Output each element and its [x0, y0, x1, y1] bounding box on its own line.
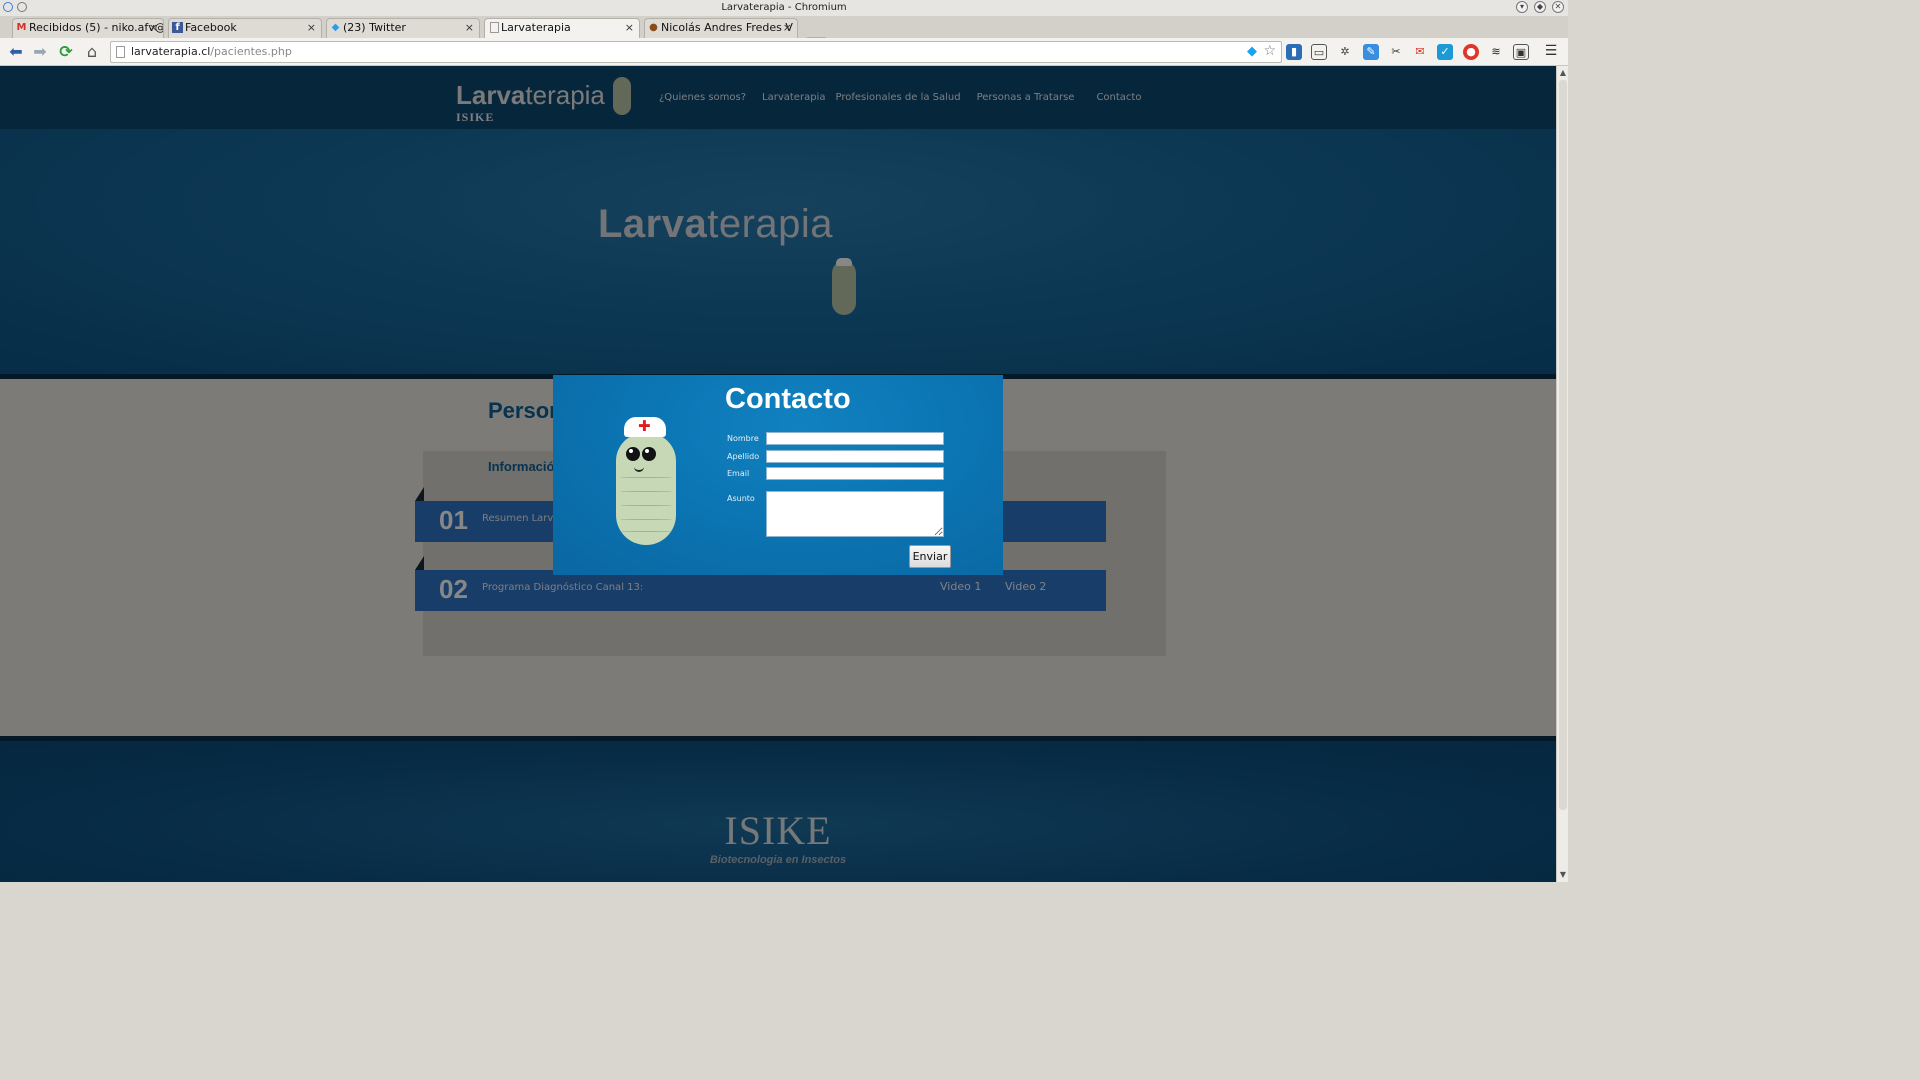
modal-title: Contacto — [725, 383, 851, 415]
tab-label: Recibidos (5) - niko.afv@ — [29, 21, 164, 34]
window-title: Larvaterapia - Chromium — [721, 2, 847, 13]
scroll-up-arrow-icon[interactable]: ▲ — [1558, 68, 1568, 78]
asunto-field[interactable] — [766, 491, 944, 537]
tab-label: (23) Twitter — [343, 21, 406, 34]
profile-icon: ● — [649, 22, 658, 33]
tab-profile[interactable]: ● Nicolás Andres Fredes V × — [644, 18, 798, 38]
window-titlebar: Larvaterapia - Chromium ▾ ◆ ✕ — [0, 0, 1568, 16]
record-extension-icon[interactable]: ● — [1463, 44, 1479, 60]
bookmark-star-icon[interactable]: ☆ — [1263, 41, 1276, 61]
tab-larvaterapia[interactable]: Larvaterapia × — [484, 18, 640, 38]
scroll-down-arrow-icon[interactable]: ▼ — [1558, 870, 1568, 880]
close-icon[interactable]: × — [307, 19, 316, 37]
gear-extension-icon[interactable]: ✲ — [1337, 44, 1353, 60]
address-bar[interactable]: larvaterapia.cl/pacientes.php ◆ ☆ — [110, 41, 1282, 63]
home-icon[interactable]: ⌂ — [82, 42, 102, 62]
browser-toolbar: ⬅ ➡ ⟳ ⌂ larvaterapia.cl/pacientes.php ◆ … — [0, 38, 1568, 66]
close-icon[interactable]: × — [625, 19, 634, 37]
close-icon[interactable]: × — [783, 19, 792, 37]
maximize-button[interactable]: ◆ — [1534, 1, 1546, 13]
url-host: larvaterapia.cl — [131, 45, 211, 58]
page-icon — [116, 46, 125, 58]
tab-gmail[interactable]: M Recibidos (5) - niko.afv@ × — [12, 18, 164, 38]
close-icon[interactable]: × — [465, 19, 474, 37]
window-extension-icon[interactable]: ▭ — [1311, 44, 1327, 60]
asunto-label: Asunto — [727, 494, 755, 503]
nombre-field[interactable] — [766, 432, 944, 445]
browser-menu-icon[interactable]: ☰ — [1543, 43, 1559, 59]
check-extension-icon[interactable]: ✓ — [1437, 44, 1453, 60]
email-label: Email — [727, 469, 750, 478]
tab-label: Facebook — [185, 21, 237, 34]
close-icon[interactable]: × — [149, 19, 158, 37]
tab-facebook[interactable]: f Facebook × — [168, 18, 322, 38]
reload-icon[interactable]: ⟳ — [56, 42, 76, 62]
page-scrollbar[interactable]: ▲ ▼ — [1556, 66, 1568, 882]
window-menu-icon[interactable] — [17, 2, 27, 12]
gmail-extension-icon[interactable]: ✉ — [1412, 44, 1428, 60]
tab-label: Larvaterapia — [501, 21, 571, 34]
minimize-button[interactable]: ▾ — [1516, 1, 1528, 13]
page-icon — [490, 22, 499, 33]
url-path: /pacientes.php — [210, 45, 292, 58]
screenshot-extension-icon[interactable]: ▣ — [1513, 44, 1529, 60]
twitter-icon: ◆ — [331, 22, 340, 33]
scrollbar-thumb[interactable] — [1559, 80, 1567, 810]
tool-extension-icon[interactable]: ✂ — [1388, 44, 1404, 60]
forward-arrow-icon[interactable]: ➡ — [30, 42, 50, 62]
layers-extension-icon[interactable]: ≋ — [1488, 44, 1504, 60]
translate-extension-icon[interactable]: ✎ — [1363, 44, 1379, 60]
tab-label: Nicolás Andres Fredes V — [661, 21, 793, 34]
close-window-button[interactable]: ✕ — [1552, 1, 1564, 13]
send-button[interactable]: Enviar — [909, 545, 951, 568]
back-arrow-icon[interactable]: ⬅ — [6, 42, 26, 62]
apellido-label: Apellido — [727, 452, 760, 461]
nombre-label: Nombre — [727, 434, 759, 443]
chromium-icon — [3, 2, 13, 12]
twitter-icon[interactable]: ◆ — [1247, 42, 1257, 62]
facebook-icon: f — [172, 22, 183, 33]
page-viewport: Larvaterapia ISIKE ¿Quienes somos? Larva… — [0, 66, 1556, 882]
tab-strip: M Recibidos (5) - niko.afv@ × f Facebook… — [0, 16, 1568, 51]
contact-modal: Contacto ✚ Nombre Apellido Email Asunto … — [553, 375, 1003, 575]
trello-extension-icon[interactable]: ▮ — [1286, 44, 1302, 60]
gmail-icon: M — [16, 22, 27, 33]
nurse-larva-mascot-icon: ✚ — [614, 417, 678, 545]
apellido-field[interactable] — [766, 450, 944, 463]
email-field[interactable] — [766, 467, 944, 480]
tab-twitter[interactable]: ◆ (23) Twitter × — [326, 18, 480, 38]
window-app-icons — [3, 2, 27, 12]
